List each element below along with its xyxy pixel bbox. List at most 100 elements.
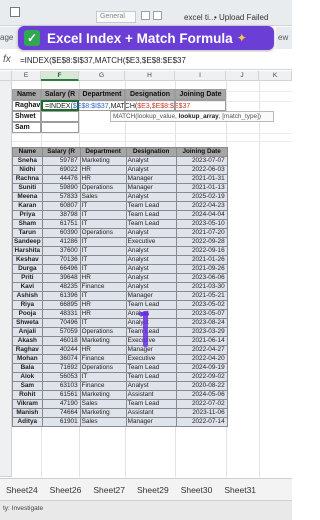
table-cell[interactable]: 60390	[41, 228, 81, 238]
table-cell[interactable]: Operations	[79, 327, 127, 337]
table-cell[interactable]: 37600	[41, 246, 81, 256]
table-cell[interactable]: Mohan	[12, 354, 43, 364]
table-cell[interactable]: 2023-11-06	[175, 408, 228, 418]
table-cell[interactable]: Analyst	[125, 246, 177, 256]
table-cell[interactable]: Sales	[79, 417, 127, 427]
table-cell[interactable]: 2023-08-24	[175, 318, 228, 328]
sheet-tab[interactable]: Sheet26	[44, 485, 88, 495]
table-cell[interactable]: 47190	[41, 399, 81, 409]
table-cell[interactable]: Harshita	[12, 246, 43, 256]
table-cell[interactable]: Finance	[79, 282, 127, 292]
table-cell[interactable]: Karan	[12, 201, 43, 211]
table-cell[interactable]: IT	[79, 246, 127, 256]
table-cell[interactable]: Finance	[79, 354, 127, 364]
table-cell[interactable]: 40244	[41, 345, 81, 355]
table-cell[interactable]: Manager	[125, 291, 177, 301]
table-cell[interactable]: Meena	[12, 192, 43, 202]
table-cell[interactable]: 36074	[41, 354, 81, 364]
table-cell[interactable]: 2023-05-07	[175, 309, 228, 319]
table-cell[interactable]: Operations	[79, 363, 127, 373]
table-cell[interactable]: Rachna	[12, 174, 43, 184]
table-cell[interactable]: Raghav	[12, 345, 43, 355]
table-cell[interactable]: Team Lead	[125, 201, 177, 211]
table-cell[interactable]: Manager	[125, 345, 177, 355]
table-cell[interactable]: IT	[79, 237, 127, 247]
table-cell[interactable]: 2021-01-13	[175, 183, 228, 193]
table-cell[interactable]: Manish	[12, 408, 43, 418]
table-cell[interactable]: 46018	[41, 336, 81, 346]
table-cell[interactable]: 2021-01-31	[175, 174, 228, 184]
table-cell[interactable]: 61901	[41, 417, 81, 427]
lookup-cell[interactable]	[125, 100, 175, 111]
lookup-cell[interactable]	[175, 100, 226, 111]
table-cell[interactable]: IT	[79, 264, 127, 274]
table-cell[interactable]: Team Lead	[125, 372, 177, 382]
table-cell[interactable]: Analyst	[125, 192, 177, 202]
table-cell[interactable]: Kavi	[12, 282, 43, 292]
sheet-tab[interactable]: Sheet31	[218, 485, 262, 495]
table-cell[interactable]: Marketing	[79, 156, 127, 166]
column-header-e[interactable]: E	[12, 71, 41, 81]
table-cell[interactable]: Sandeep	[12, 237, 43, 247]
table-cell[interactable]: HR	[79, 345, 127, 355]
table-cell[interactable]: HR	[79, 273, 127, 283]
table-cell[interactable]: Analyst	[125, 165, 177, 175]
table-cell[interactable]: Pooja	[12, 309, 43, 319]
active-cell-editor[interactable]: =INDEX($E$8:$I$37,MATCH($E3,$E$8:$E$37	[41, 100, 190, 111]
table-cell[interactable]: Analyst	[125, 264, 177, 274]
table-cell[interactable]: 2023-05-02	[175, 300, 228, 310]
table-cell[interactable]: 61561	[41, 390, 81, 400]
table-cell[interactable]: Executive	[125, 336, 177, 346]
table-cell[interactable]: 2022-06-03	[175, 165, 228, 175]
table-cell[interactable]: 2022-09-28	[175, 237, 228, 247]
lookup-header-department[interactable]: Department	[79, 89, 125, 100]
table-cell[interactable]: 57059	[41, 327, 81, 337]
table-cell[interactable]: Riya	[12, 300, 43, 310]
table-cell[interactable]: 2021-06-14	[175, 336, 228, 346]
table-cell[interactable]: 2021-03-30	[175, 282, 228, 292]
table-cell[interactable]: IT	[79, 318, 127, 328]
column-header-f[interactable]: F	[41, 71, 79, 81]
sheet-tab[interactable]: Sheet27	[87, 485, 131, 495]
table-cell[interactable]: IT	[79, 372, 127, 382]
column-header-i[interactable]: I	[175, 71, 226, 81]
table-cell[interactable]: 44476	[41, 174, 81, 184]
table-cell[interactable]: Keshav	[12, 255, 43, 265]
table-cell[interactable]: 2023-07-07	[175, 156, 228, 166]
table-cell[interactable]: Executive	[125, 354, 177, 364]
lookup-cell[interactable]	[41, 111, 79, 122]
table-cell[interactable]: 2021-07-20	[175, 228, 228, 238]
upload-status[interactable]: • Upload Failed	[214, 13, 268, 22]
table-cell[interactable]: Sham	[12, 219, 43, 229]
table-cell[interactable]: 2024-05-06	[175, 390, 228, 400]
table-cell[interactable]: 41286	[41, 237, 81, 247]
table-header-cell[interactable]: Salary (R	[41, 147, 81, 157]
table-cell[interactable]: 56053	[41, 372, 81, 382]
table-cell[interactable]: 2022-04-27	[175, 345, 228, 355]
table-cell[interactable]: IT	[79, 255, 127, 265]
table-cell[interactable]: Alok	[12, 372, 43, 382]
table-cell[interactable]: Analyst	[125, 318, 177, 328]
table-cell[interactable]: 2021-01-26	[175, 255, 228, 265]
lookup-header-name[interactable]: Name	[12, 89, 41, 100]
select-all-checkbox[interactable]	[10, 7, 20, 17]
table-cell[interactable]: Team Lead	[125, 300, 177, 310]
table-cell[interactable]: Team Lead	[125, 363, 177, 373]
table-cell[interactable]: 2022-09-02	[175, 372, 228, 382]
table-cell[interactable]: 38798	[41, 210, 81, 220]
table-cell[interactable]: Marketing	[79, 408, 127, 418]
table-cell[interactable]: 61396	[41, 291, 81, 301]
table-cell[interactable]: HR	[79, 165, 127, 175]
table-cell[interactable]: 2022-04-20	[175, 354, 228, 364]
table-cell[interactable]: Manager	[125, 174, 177, 184]
lookup-cell[interactable]	[79, 100, 125, 111]
table-cell[interactable]: 2023-05-10	[175, 219, 228, 229]
table-cell[interactable]: 2023-03-29	[175, 327, 228, 337]
table-cell[interactable]: 2022-04-23	[175, 201, 228, 211]
table-cell[interactable]: Marketing	[79, 336, 127, 346]
file-name[interactable]: excel ti...	[184, 13, 216, 22]
table-cell[interactable]: Rohit	[12, 390, 43, 400]
table-cell[interactable]: 48331	[41, 309, 81, 319]
table-cell[interactable]: Sneha	[12, 156, 43, 166]
table-cell[interactable]: Vikram	[12, 399, 43, 409]
